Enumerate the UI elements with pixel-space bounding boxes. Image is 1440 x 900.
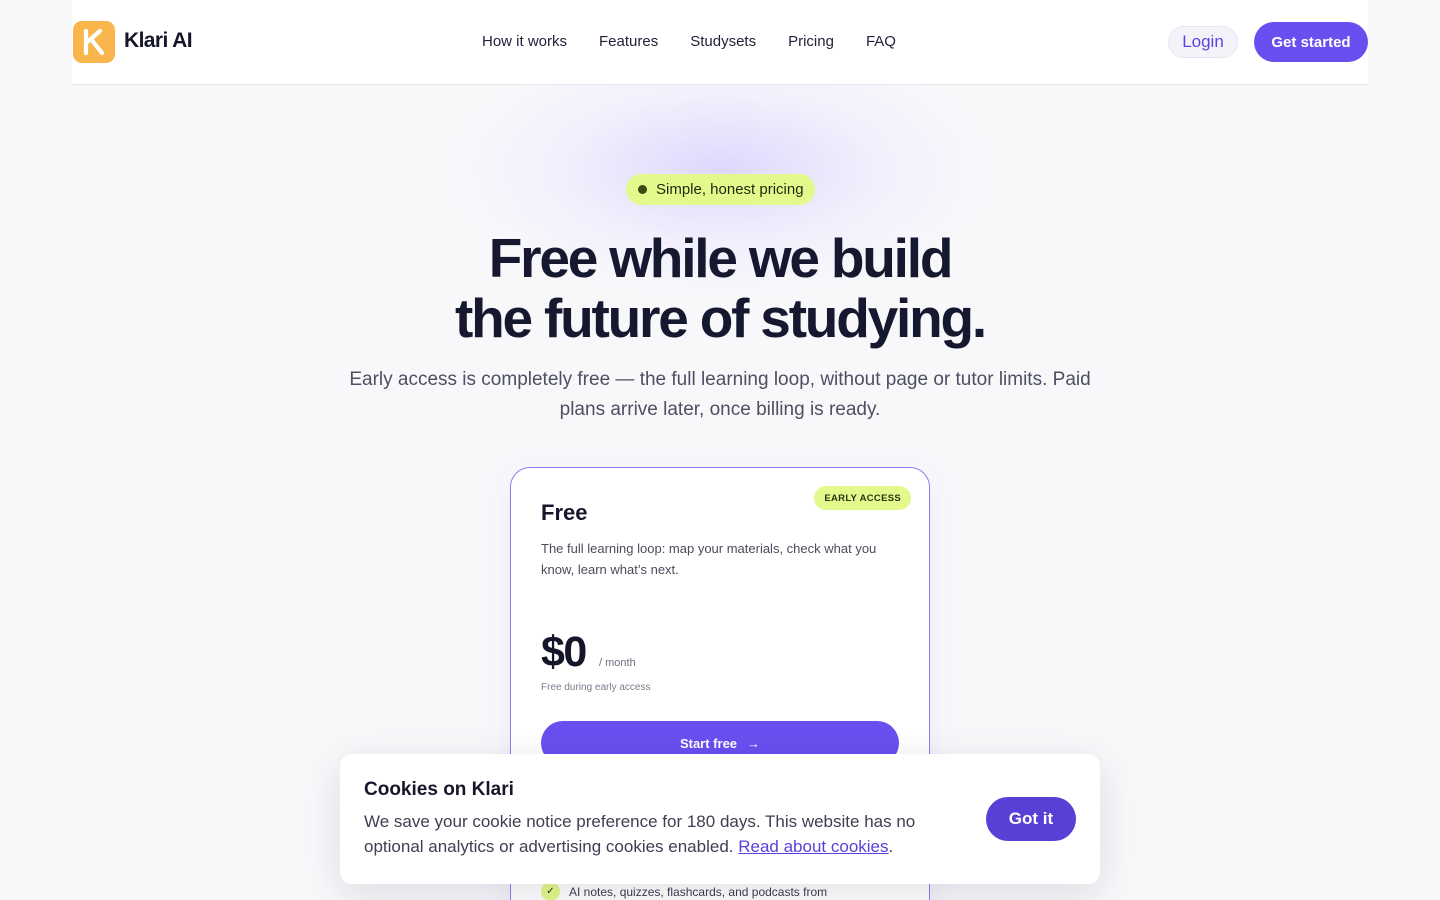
cookie-title: Cookies on Klari — [364, 779, 514, 800]
cookie-period: . — [888, 837, 894, 856]
early-access-tag: EARLY ACCESS — [814, 486, 911, 510]
nav-features[interactable]: Features — [599, 33, 658, 50]
feature-item: ✓ AI notes, quizzes, flashcards, and pod… — [541, 882, 827, 900]
plan-name: Free — [541, 500, 588, 525]
feature-label: AI notes, quizzes, flashcards, and podca… — [569, 884, 828, 899]
page-title: Free while we build the future of studyi… — [320, 228, 1120, 348]
get-started-button[interactable]: Get started — [1254, 22, 1368, 62]
price-period: / month — [599, 657, 636, 669]
price-note: Free during early access — [541, 682, 651, 693]
plan-price: $0 — [541, 628, 587, 676]
cookie-policy-link[interactable]: Read about cookies — [738, 837, 888, 856]
cookie-text: We save your cookie notice preference fo… — [364, 809, 944, 859]
nav-pricing[interactable]: Pricing — [788, 33, 834, 50]
title-line-2: the future of studying. — [455, 287, 987, 349]
k-logo-icon — [83, 29, 105, 55]
nav-studysets[interactable]: Studysets — [690, 33, 756, 50]
badge-dot-icon — [638, 185, 647, 194]
badge-label: Simple, honest pricing — [656, 181, 804, 198]
plan-description: The full learning loop: map your materia… — [541, 541, 877, 577]
arrow-right-icon: → — [747, 735, 761, 751]
site-header: Klari AI How it works Features Studysets… — [72, 0, 1368, 85]
cookie-banner: Cookies on Klari We save your cookie not… — [340, 754, 1100, 884]
nav-faq[interactable]: FAQ — [866, 33, 896, 50]
start-free-label: Start free — [679, 735, 738, 751]
login-button[interactable]: Login — [1168, 26, 1238, 58]
title-line-1: Free while we build — [488, 227, 954, 289]
logo-icon[interactable] — [73, 21, 115, 63]
pricing-badge: Simple, honest pricing — [626, 174, 815, 205]
brand-name[interactable]: Klari AI — [124, 29, 193, 53]
check-icon: ✓ — [541, 882, 560, 900]
hero-subtitle: Early access is completely free — the fu… — [349, 369, 1091, 420]
nav-how-it-works[interactable]: How it works — [482, 33, 567, 50]
main-nav: How it works Features Studysets Pricing … — [482, 33, 896, 50]
got-it-button[interactable]: Got it — [986, 797, 1076, 841]
